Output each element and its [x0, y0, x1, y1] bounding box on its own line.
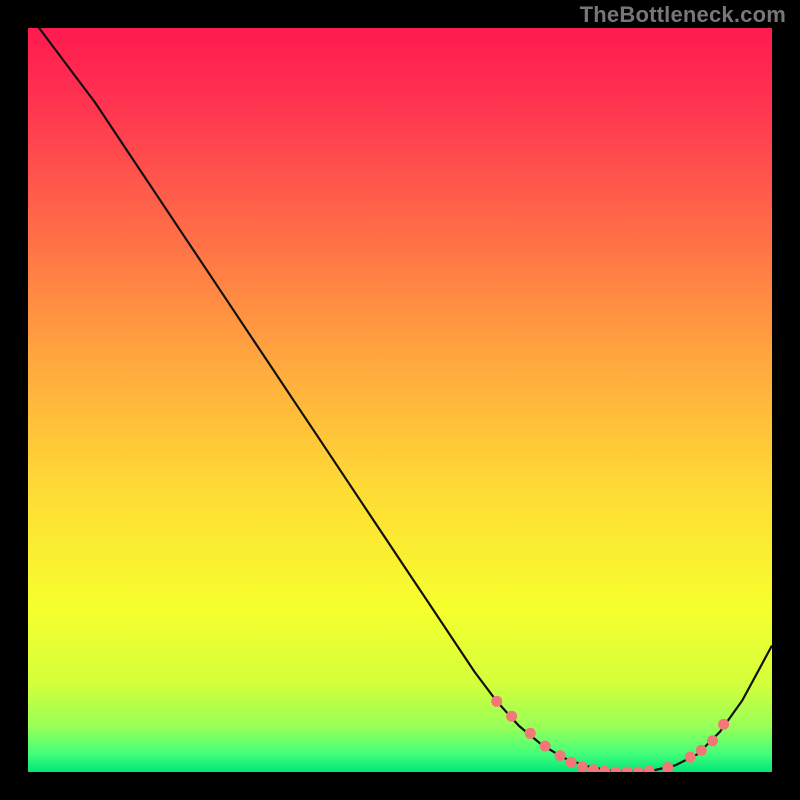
gradient-background [28, 28, 772, 772]
data-point [555, 750, 566, 761]
data-point [540, 741, 551, 752]
data-point [566, 757, 577, 768]
data-point [685, 752, 696, 763]
data-point [707, 735, 718, 746]
bottleneck-chart [28, 28, 772, 772]
data-point [718, 719, 729, 730]
data-point [525, 728, 536, 739]
watermark-text: TheBottleneck.com [580, 2, 786, 28]
data-point [577, 761, 588, 772]
data-point [491, 696, 502, 707]
data-point [506, 711, 517, 722]
plot-area [28, 28, 772, 772]
chart-frame: TheBottleneck.com [0, 0, 800, 800]
data-point [696, 745, 707, 756]
